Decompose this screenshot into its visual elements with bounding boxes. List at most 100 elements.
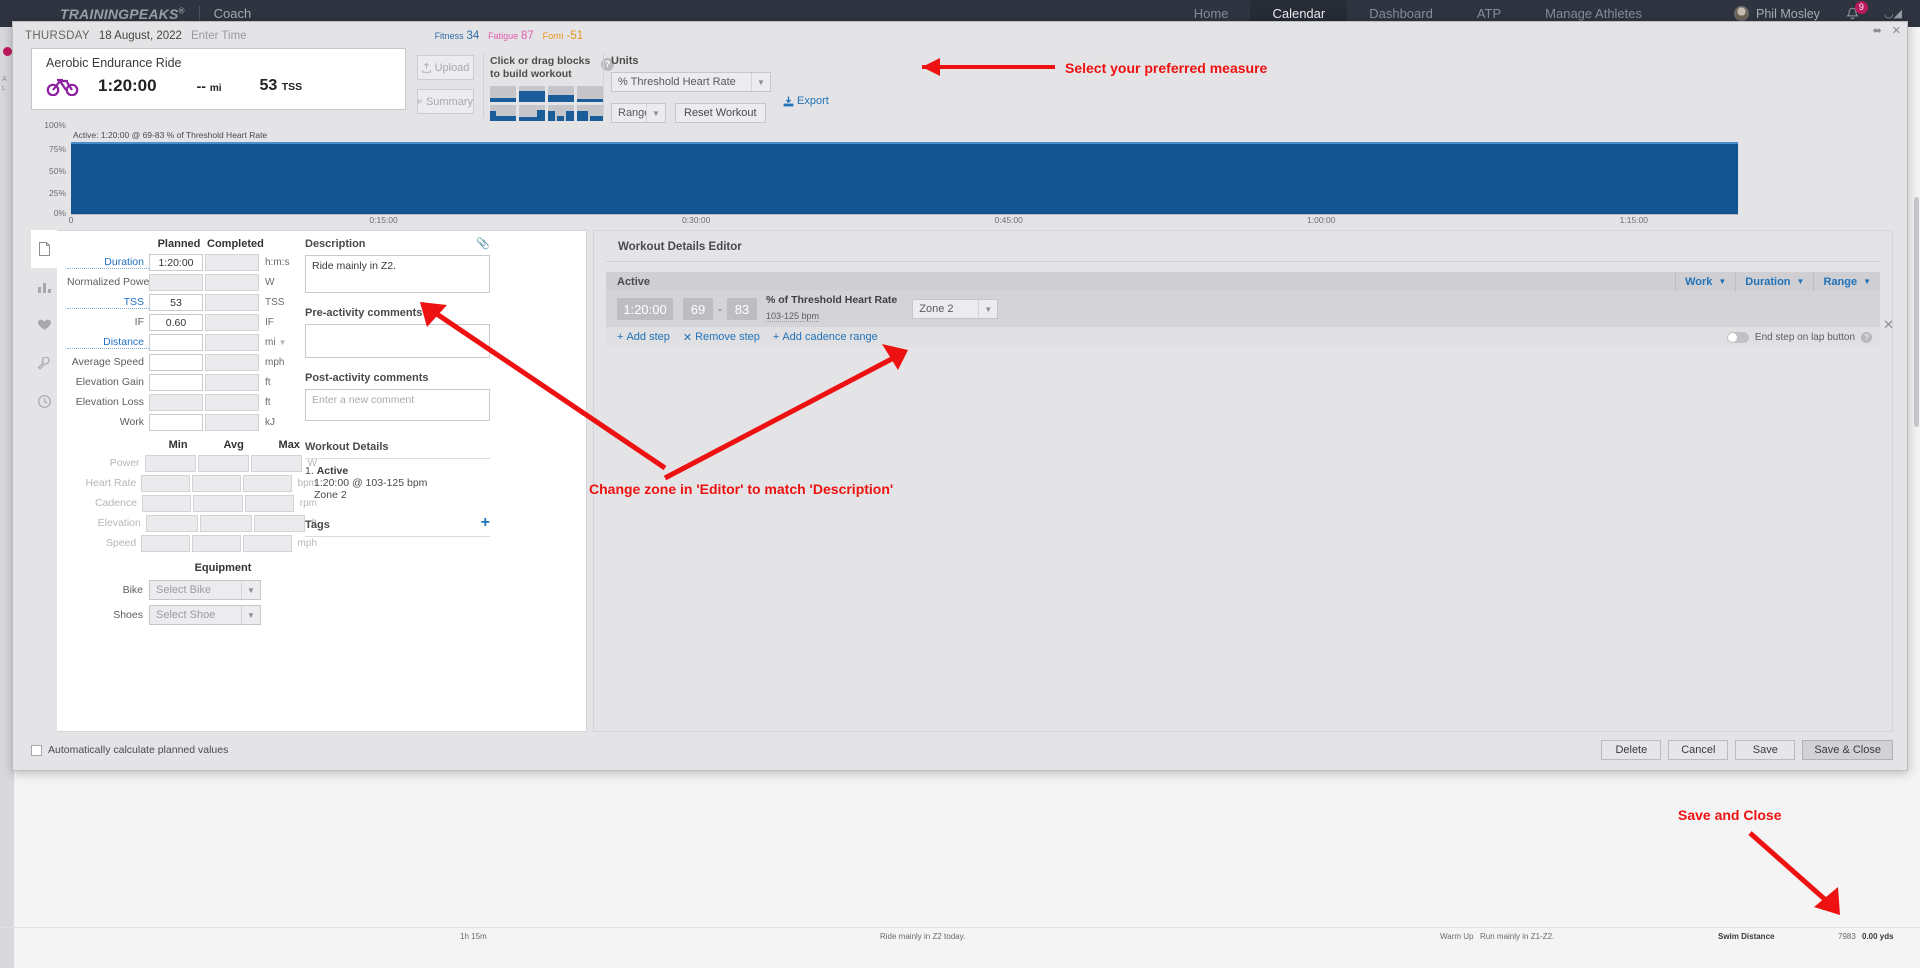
save-and-close-button[interactable]: Save & Close: [1802, 740, 1893, 760]
row-unit: mi: [265, 336, 276, 348]
duration-type-select[interactable]: Duration ▼: [1735, 272, 1813, 291]
end-step-on-lap-toggle[interactable]: [1726, 331, 1749, 343]
document-icon: [38, 242, 50, 256]
power-min-input[interactable]: [144, 454, 196, 472]
chevron-down-icon: ▼: [1796, 277, 1805, 286]
table-row: Elevation Gain ft: [67, 373, 317, 391]
cancel-button[interactable]: Cancel: [1668, 740, 1729, 760]
table-row: Elevation ft: [67, 514, 317, 532]
close-interval-icon[interactable]: ✕: [1883, 317, 1894, 333]
zone-select[interactable]: Zone 2 ▼: [912, 299, 999, 319]
expand-icon[interactable]: ◡◢: [1884, 7, 1902, 20]
help-icon[interactable]: ?: [1861, 331, 1872, 343]
range-type-select[interactable]: Range ▼: [1813, 272, 1880, 291]
annotation-save-and-close: Save and Close: [1678, 807, 1782, 823]
auto-calc-group[interactable]: Automatically calculate planned values: [31, 744, 228, 756]
cadence-avg-input[interactable]: [193, 494, 243, 512]
units-select[interactable]: % Threshold Heart Rate ▼: [611, 72, 771, 92]
hr-min-input[interactable]: [141, 474, 191, 492]
shoes-label: Shoes: [113, 609, 143, 621]
shoes-select[interactable]: Select Shoe ▼: [149, 605, 261, 625]
power-avg-input[interactable]: [197, 454, 249, 472]
x-tick: 1:15:00: [1619, 215, 1648, 225]
row-label-duration[interactable]: Duration: [67, 256, 149, 269]
power-max-input[interactable]: [250, 454, 302, 472]
avatar[interactable]: [1734, 6, 1750, 21]
cadence-max-input[interactable]: [244, 494, 294, 512]
bike-select[interactable]: Select Bike ▼: [149, 580, 261, 600]
block-thumb[interactable]: [577, 86, 603, 102]
speed-max-input[interactable]: [242, 534, 292, 552]
block-thumb[interactable]: [548, 86, 574, 102]
hr-avg-input[interactable]: [192, 474, 241, 492]
planned-if-input[interactable]: 0.60: [149, 313, 203, 331]
elevation-max-input[interactable]: [253, 514, 306, 532]
x-tick: 0:45:00: [994, 215, 1023, 225]
planned-elevgain-input[interactable]: [149, 373, 203, 391]
row-label-tss[interactable]: TSS: [67, 296, 149, 309]
completed-tss-input[interactable]: [205, 293, 259, 311]
completed-elevloss-input[interactable]: [205, 393, 259, 411]
block-thumb[interactable]: [519, 86, 545, 102]
planned-duration-input[interactable]: 1:20:00: [149, 253, 203, 271]
cadence-min-input[interactable]: [141, 494, 192, 512]
table-row: Average Speed mph: [67, 353, 317, 371]
enter-time-link[interactable]: Enter Time: [191, 30, 247, 42]
rail-item-wrench[interactable]: [31, 344, 57, 382]
paperclip-icon[interactable]: 📎: [476, 237, 490, 250]
trademark-symbol: ®: [178, 5, 185, 15]
app-logo[interactable]: TRAININGPEAKS®: [60, 6, 185, 22]
planned-avgspeed-input[interactable]: [149, 353, 203, 371]
equipment-shoes-row: Shoes Select Shoe ▼: [67, 605, 317, 625]
block-thumb[interactable]: [490, 86, 516, 102]
delete-button[interactable]: Delete: [1601, 740, 1662, 760]
plus-icon[interactable]: +: [481, 514, 490, 532]
completed-if-input[interactable]: [205, 313, 259, 331]
summary-button[interactable]: Summary: [417, 89, 474, 114]
date-row: THURSDAY 18 August, 2022 Enter Time Fitn…: [25, 28, 1907, 44]
role-label: Coach: [213, 6, 252, 21]
export-link[interactable]: Export: [783, 95, 829, 107]
row-label-average-speed: Average Speed: [71, 356, 144, 368]
work-type-select[interactable]: Work ▼: [1675, 272, 1735, 291]
distance-unit: mi: [209, 83, 222, 94]
completed-elevgain-input[interactable]: [205, 373, 259, 391]
completed-avgspeed-input[interactable]: [205, 353, 259, 371]
calendar-scrollbar[interactable]: [1914, 197, 1919, 427]
elevation-avg-input[interactable]: [199, 514, 252, 532]
rail-item-heart[interactable]: [31, 306, 57, 344]
wrench-icon: [38, 356, 50, 370]
fitness-label: Fitness: [434, 31, 464, 41]
row-label-distance[interactable]: Distance: [67, 336, 149, 349]
strip-item: 7983: [1838, 932, 1856, 941]
completed-distance-input[interactable]: [205, 333, 259, 351]
completed-work-input[interactable]: [205, 413, 259, 431]
hr-max-input[interactable]: [242, 474, 292, 492]
speed-avg-input[interactable]: [192, 534, 241, 552]
interval-bar-active[interactable]: [71, 142, 1738, 214]
description-textarea[interactable]: Ride mainly in Z2.: [305, 255, 490, 293]
speed-min-input[interactable]: [141, 534, 191, 552]
planned-distance-input[interactable]: [149, 333, 203, 351]
rail-item-clock[interactable]: [31, 382, 57, 420]
auto-calc-checkbox[interactable]: [31, 744, 42, 756]
planned-np-input[interactable]: [149, 273, 203, 291]
completed-np-input[interactable]: [205, 273, 259, 291]
planned-elevloss-input[interactable]: [149, 393, 203, 411]
workout-title[interactable]: Aerobic Endurance Ride: [46, 56, 405, 70]
completed-duration-input[interactable]: [205, 253, 259, 271]
save-button[interactable]: Save: [1735, 740, 1796, 760]
rail-item-document[interactable]: [31, 230, 57, 268]
rail-item-chart[interactable]: [31, 268, 57, 306]
user-name[interactable]: Phil Mosley: [1756, 7, 1820, 21]
chevron-down-icon[interactable]: ▼: [279, 338, 287, 347]
chart-plot-area[interactable]: Active: 1:20:00 @ 69-83 % of Threshold H…: [71, 119, 1738, 215]
planned-work-input[interactable]: [149, 413, 203, 431]
planned-tss-input[interactable]: 53: [149, 293, 203, 311]
upload-button[interactable]: Upload: [417, 55, 474, 80]
x-tick: 0:15:00: [369, 215, 398, 225]
elevation-min-input[interactable]: [145, 514, 198, 532]
form-value: -51: [566, 30, 584, 42]
tags-title: Tags +: [305, 514, 490, 537]
interval-high-input[interactable]: 83: [727, 298, 757, 320]
